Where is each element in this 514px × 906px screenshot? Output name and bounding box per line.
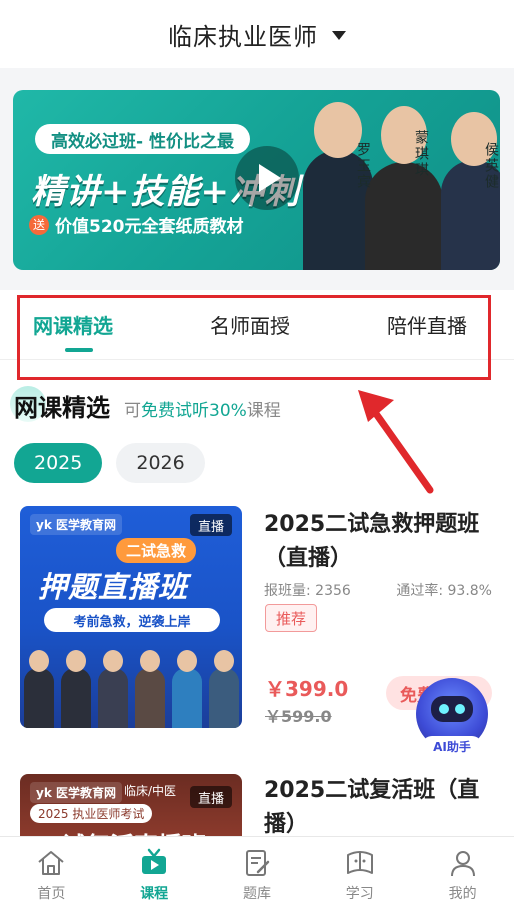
ai-assistant-button[interactable]: AI助手 xyxy=(412,678,492,756)
pass-rate: 通过率: 93.8% xyxy=(396,583,492,599)
nav-label: 课程 xyxy=(140,886,169,902)
thumbnail-headline: 押题直播班 xyxy=(38,570,189,604)
teacher-name: 侯英健 xyxy=(483,142,499,190)
thumbnail-headline: 二试复活直播班 xyxy=(38,826,206,836)
section-header: 网课精选 可免费试听30%课程 xyxy=(10,386,281,423)
highlight-box xyxy=(17,295,491,380)
edit-document-icon xyxy=(245,850,270,876)
course-title[interactable]: 2025二试复活班（直播） xyxy=(264,774,500,836)
thumbnail-exam: 2025 执业医师考试 xyxy=(30,804,153,823)
recommend-badge: 推荐 xyxy=(265,604,318,632)
teacher-name: 罗玉宾 xyxy=(355,142,371,190)
thumbnail-pill: 二试急救 xyxy=(116,538,197,563)
tv-icon xyxy=(142,848,167,874)
bottom-navigation: 首页 课程 题库 学习 我的 xyxy=(0,836,514,906)
chevron-down-icon[interactable] xyxy=(332,30,346,40)
live-badge: 直播 xyxy=(189,786,232,808)
course-price: ￥399.0 xyxy=(265,677,349,701)
top-header: 临床执业医师 xyxy=(0,0,514,68)
user-icon xyxy=(450,851,475,877)
live-badge: 直播 xyxy=(189,514,232,536)
nav-home[interactable]: 首页 xyxy=(0,837,103,906)
ai-assistant-label: AI助手 xyxy=(422,736,482,756)
banner-gift: 送 价值520元全套纸质教材 xyxy=(29,212,244,237)
course-thumbnail[interactable]: yk 医学教育网 直播 二试急救 押题直播班 考前急救，逆袭上岸 xyxy=(20,506,242,728)
nav-question-bank[interactable]: 题库 xyxy=(206,837,309,906)
course-thumbnail[interactable]: yk 医学教育网 临床/中医 直播 2025 执业医师考试 二试复活直播班 xyxy=(20,774,242,836)
teacher-photo xyxy=(365,106,443,270)
thumbnail-teachers xyxy=(20,644,242,728)
home-icon xyxy=(38,851,65,875)
gift-text: 价值520元全套纸质教材 xyxy=(55,217,244,237)
nav-label: 题库 xyxy=(242,886,271,902)
section-subtitle: 可免费试听30%课程 xyxy=(124,401,281,421)
exam-category-title[interactable]: 临床执业医师 xyxy=(168,17,318,52)
nav-profile[interactable]: 我的 xyxy=(411,837,514,906)
section-title: 网课精选 xyxy=(14,394,110,422)
promo-banner[interactable]: 高效必过班- 性价比之最 精讲+技能+冲刺 送 价值520元全套纸质教材 罗玉宾… xyxy=(13,90,500,270)
play-icon[interactable] xyxy=(235,146,299,210)
thumbnail-brand: yk 医学教育网 xyxy=(30,782,122,803)
book-icon xyxy=(346,851,373,874)
nav-label: 我的 xyxy=(448,886,477,902)
year-chip-2026[interactable]: 2026 xyxy=(116,443,205,483)
year-filter: 2025 2026 xyxy=(14,443,219,483)
year-chip-2025[interactable]: 2025 xyxy=(14,443,103,483)
nav-label: 学习 xyxy=(345,886,374,902)
nav-courses[interactable]: 课程 xyxy=(103,837,206,906)
thumbnail-category: 临床/中医 xyxy=(124,784,177,798)
thumbnail-brand: yk 医学教育网 xyxy=(30,514,122,535)
course-original-price: ￥599.0 xyxy=(265,707,332,726)
gift-icon: 送 xyxy=(29,214,49,235)
course-stats: 报班量: 2356 通过率: 93.8% xyxy=(264,580,492,600)
banner-tag: 高效必过班- 性价比之最 xyxy=(35,124,250,154)
signup-count: 报班量: 2356 xyxy=(264,583,351,599)
thumbnail-slogan: 考前急救，逆袭上岸 xyxy=(44,608,220,632)
annotation-arrow-icon xyxy=(358,390,434,494)
nav-study[interactable]: 学习 xyxy=(308,837,411,906)
teacher-name: 蒙琪琪 xyxy=(413,130,429,178)
course-title[interactable]: 2025二试急救押题班（直播） xyxy=(264,508,500,576)
nav-label: 首页 xyxy=(37,886,66,902)
